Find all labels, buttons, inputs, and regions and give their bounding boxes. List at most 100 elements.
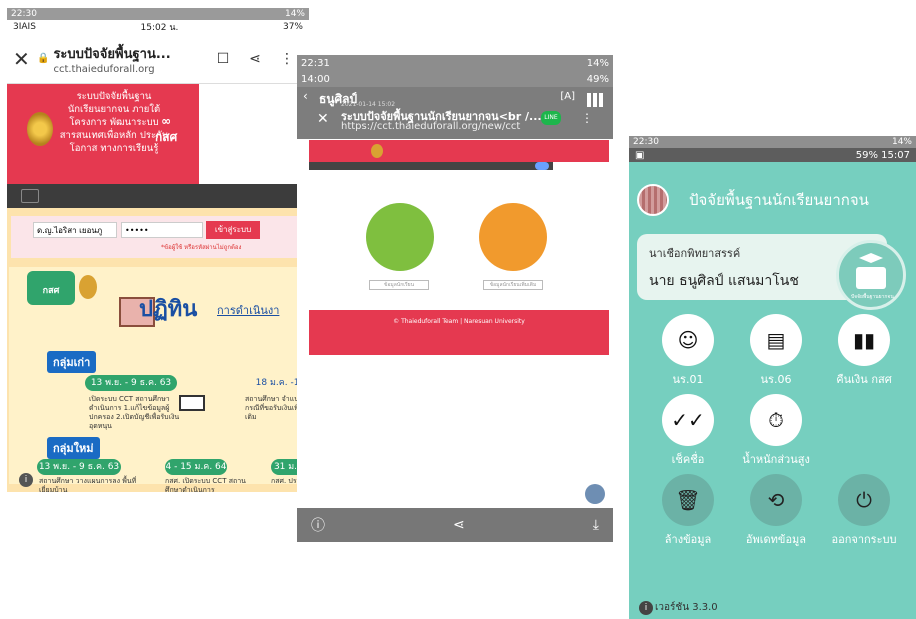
app-title: ปัจจัยพื้นฐานนักเรียนยากจน	[689, 191, 869, 209]
webpage-preview: ข้อมูลนักเรียน ข้อมูลนักเรียนเพิ่มเติม ©…	[309, 140, 609, 440]
calendar-banner: กสศ ปฏิทิน การดำเนินงา กลุ่มเก่า 13 พ.ย.…	[9, 267, 309, 492]
status-bar-inner: ▣ 59% 15:07	[629, 148, 916, 162]
banner-title: ปฏิทิน	[139, 297, 198, 322]
step-text: สถานศึกษา วางแผนการลง พื้นที่เยี่ยมบ้าน	[39, 477, 137, 492]
link-label[interactable]: ข้อมูลนักเรียน	[369, 280, 429, 290]
student-form-illustration[interactable]	[479, 203, 547, 271]
link-label[interactable]: ข้อมูลนักเรียนเพิ่มเติม	[483, 280, 543, 290]
bottom-bar: ⓘ ⋖ ⤓	[297, 508, 613, 542]
laptop-icon	[179, 395, 205, 411]
status-battery: 37%	[282, 22, 303, 32]
book-logo-icon: ปัจจัยพื้นฐานยากจน	[836, 240, 906, 310]
version-label: i เวอร์ชัน 3.3.0	[639, 600, 718, 615]
date-pill: 13 พ.ย. - 9 ธ.ค. 63	[37, 459, 121, 475]
group-old-label: กลุ่มเก่า	[47, 351, 97, 373]
eef-badge: กสศ	[27, 271, 75, 305]
translate-icon[interactable]: [A]	[560, 91, 575, 102]
url-text[interactable]: cct.thaieduforall.org	[53, 64, 207, 75]
info-icon[interactable]: ⓘ	[311, 515, 325, 535]
status-time: 15:07	[881, 149, 910, 161]
double-check-icon[interactable]: ✓✓	[662, 394, 714, 446]
status-bar-inner: 14:00 49%	[297, 71, 613, 87]
status-carrier: 3IAIS	[13, 22, 36, 32]
share-icon[interactable]: ⋖	[453, 517, 465, 533]
status-time: 15:02 น.	[140, 23, 179, 33]
footer-text: © Thaieduforall Team | Naresuan Universi…	[393, 318, 525, 325]
status-bar-outer: 22:31 14%	[297, 55, 613, 71]
book-caption: ปัจจัยพื้นฐานยากจน	[851, 294, 894, 300]
info-icon[interactable]: i	[19, 473, 33, 487]
menu-label: น้ำหนักส่วนสูง	[742, 453, 810, 466]
navbar	[309, 162, 553, 170]
menu-label: นร.06	[760, 373, 792, 386]
menu-label: คืนเงิน กสศ	[836, 373, 892, 386]
login-button[interactable]: เข้าสู่ระบบ	[206, 221, 260, 239]
menu-label: ออกจากระบบ	[831, 533, 897, 546]
status-bar-outer: 22:30 14%	[7, 8, 309, 20]
grid-icon[interactable]	[587, 93, 603, 107]
login-hint: *ข้อผู้ใช้ หรือรหัสผ่านไม่ถูกต้อง	[161, 244, 242, 251]
site-header-text: ระบบปัจจัยพื้นฐาน นักเรียนยากจน ภายใต้โค…	[59, 91, 169, 154]
phone-screenshot-app: 22:30 14% ▣ 59% 15:07 ปัจจัยพื้นฐานนักเร…	[629, 136, 916, 619]
date-pill: 13 พ.ย. - 9 ธ.ค. 63	[85, 375, 177, 391]
status-bar-outer: 22:30 14%	[629, 136, 916, 148]
document-icon[interactable]: ▤	[750, 314, 802, 366]
delete-icon[interactable]: 🗑	[662, 474, 714, 526]
site-header: ระบบปัจจัยพื้นฐาน นักเรียนยากจน ภายใต้โค…	[7, 84, 309, 184]
emblem-icon	[79, 275, 97, 299]
download-icon[interactable]: ⤓	[593, 517, 599, 533]
browser-toolbar: ✕ 🔒 ระบบปัจจัยพื้นฐาน... cct.thaiedufora…	[7, 34, 309, 84]
status-time: 14:00	[301, 73, 330, 85]
url-text[interactable]: https://cct.thaieduforall.org/new/cct	[341, 121, 520, 132]
username-input[interactable]	[33, 222, 117, 238]
menu-label: นร.01	[672, 373, 704, 386]
stopwatch-icon[interactable]: ⏱	[750, 394, 802, 446]
site-footer: © Thaieduforall Team | Naresuan Universi…	[309, 310, 609, 355]
power-icon[interactable]: ⏻	[838, 474, 890, 526]
status-time: 22:31	[301, 57, 330, 69]
date-pill: 4 - 15 ม.ค. 64	[165, 459, 227, 475]
step-text: สถานศึกษา จำแนก กรณีที่ขอรับเงินเพิ่มเติ…	[245, 395, 304, 421]
site-header	[309, 140, 609, 162]
phone-screenshot-line-browser: 22:31 14% 14:00 49% ‹ ธนูศิลป์ 2021-01-1…	[297, 55, 613, 542]
phone-screenshot-browser: 22:30 14% 3IAIS 15:02 น. 37% ✕ 🔒 ระบบปัจ…	[7, 8, 309, 492]
status-battery: 59%	[855, 149, 878, 161]
sync-icon[interactable]: ⟲	[750, 474, 802, 526]
bookmark-icon[interactable]: ☐	[207, 51, 239, 67]
status-time: 22:30	[11, 9, 37, 19]
avatar[interactable]	[637, 184, 669, 216]
emblem-icon	[371, 144, 383, 158]
menu-label: เช็คชื่อ	[671, 453, 705, 466]
password-input[interactable]	[121, 222, 203, 238]
app-header: ปัจจัยพื้นฐานนักเรียนยากจน	[629, 178, 916, 222]
step-text: กสศ. เปิดระบบ CCT สถานศึกษาดำเนินการ	[165, 477, 246, 492]
search-icon[interactable]	[535, 162, 549, 170]
page-title: ระบบปัจจัยพื้นฐาน...	[53, 46, 171, 62]
status-time: 22:30	[633, 137, 659, 147]
hamburger-icon[interactable]	[21, 189, 39, 203]
more-icon[interactable]: ⋮	[581, 111, 593, 125]
menu-label: อัพเดทข้อมูล	[745, 533, 807, 546]
step-text: เปิดระบบ CCT สถานศึกษาดำเนินการ 1.แก้ไขข…	[89, 395, 180, 430]
barcode-icon[interactable]: ▮▮	[838, 314, 890, 366]
status-battery: 14%	[586, 57, 609, 69]
navbar	[7, 184, 309, 208]
banner-subtitle: การดำเนินงา	[217, 304, 280, 317]
emblem-icon	[27, 112, 53, 146]
status-battery: 49%	[586, 73, 609, 85]
share-icon[interactable]: ⋖	[239, 51, 271, 67]
group-new-label: กลุ่มใหม่	[47, 437, 100, 459]
close-icon[interactable]: ✕	[317, 111, 329, 127]
info-icon[interactable]: i	[639, 600, 653, 615]
status-bar-inner: 3IAIS 15:02 น. 37%	[7, 20, 309, 34]
compass-icon[interactable]	[585, 484, 605, 504]
students-illustration[interactable]	[366, 203, 434, 271]
image-icon: ▣	[635, 149, 645, 161]
status-battery: 14%	[891, 137, 912, 147]
face-icon[interactable]: ☺	[662, 314, 714, 366]
line-badge[interactable]: LINE	[541, 111, 561, 125]
close-icon[interactable]: ✕	[13, 47, 37, 71]
back-icon[interactable]: ‹	[303, 89, 308, 103]
menu-label: ล้างข้อมูล	[664, 533, 712, 546]
eef-logo: ∞ กสศ	[155, 114, 178, 144]
